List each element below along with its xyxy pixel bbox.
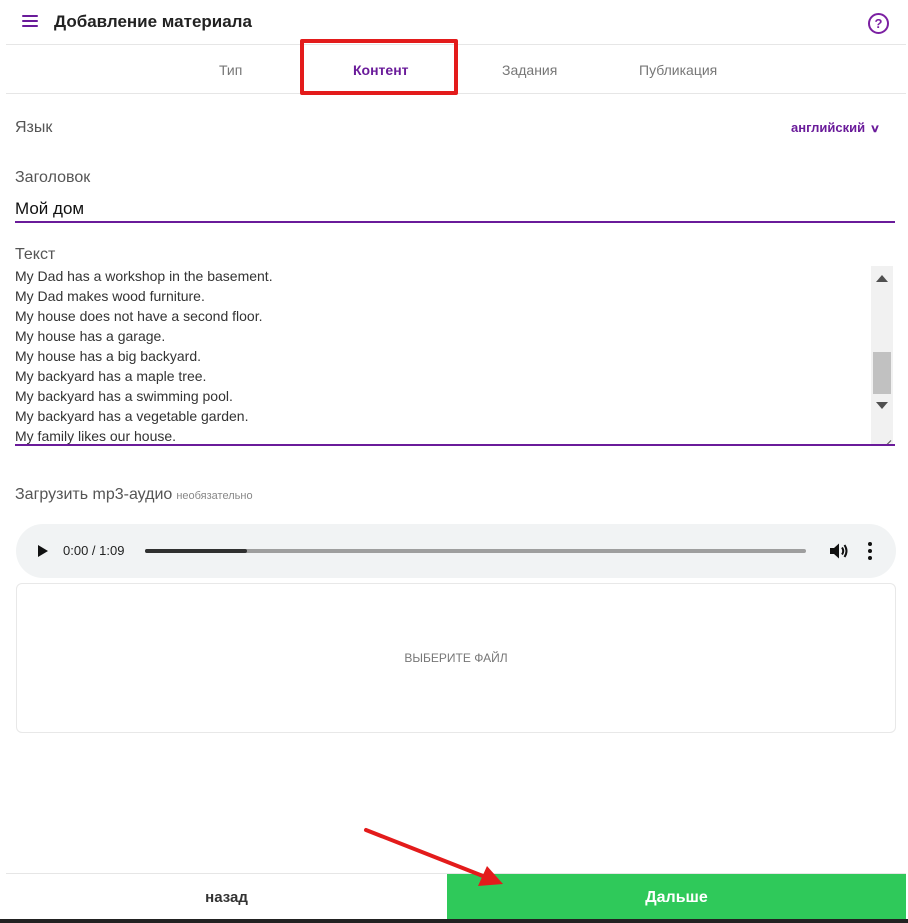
text-label: Текст xyxy=(15,246,56,263)
tab-highlight-box xyxy=(300,39,458,95)
title-input[interactable] xyxy=(15,193,895,223)
text-line: My backyard has a maple tree. xyxy=(15,368,207,384)
language-label: Язык xyxy=(15,119,53,136)
tab-tasks[interactable]: Задания xyxy=(502,62,557,78)
text-line: My house has a garage. xyxy=(15,328,166,344)
back-button[interactable]: назад xyxy=(6,874,447,921)
language-select[interactable]: английский ∨ xyxy=(791,120,881,135)
text-area[interactable]: My Dad has a workshop in the basement. M… xyxy=(15,266,895,446)
text-line: My house does not have a second floor. xyxy=(15,308,263,324)
page-title: Добавление материала xyxy=(54,12,252,31)
volume-icon[interactable] xyxy=(829,542,849,560)
scrollbar-thumb[interactable] xyxy=(873,352,891,394)
audio-player: 0:00 / 1:09 xyxy=(16,524,896,578)
text-line: My Dad makes wood furniture. xyxy=(15,288,205,304)
help-circle-icon[interactable]: ? xyxy=(868,13,889,34)
text-line: My Dad has a workshop in the basement. xyxy=(15,268,273,284)
text-area-scrollbar[interactable] xyxy=(871,266,893,444)
text-line: My backyard has a vegetable garden. xyxy=(15,408,249,424)
tab-type[interactable]: Тип xyxy=(219,62,242,78)
more-vertical-icon[interactable] xyxy=(868,542,872,560)
scroll-up-arrow-icon[interactable] xyxy=(876,275,888,282)
file-picker-label: ВЫБЕРИТЕ ФАЙЛ xyxy=(404,651,508,665)
text-line: My backyard has a swimming pool. xyxy=(15,388,233,404)
upload-audio-label-text: Загрузить mp3-аудио xyxy=(15,486,173,503)
tab-publication[interactable]: Публикация xyxy=(639,62,717,78)
language-value: английский xyxy=(791,120,866,135)
audio-progress-bar[interactable] xyxy=(145,549,806,553)
tab-bar: Тип Контент Задания Публикация xyxy=(6,39,906,95)
title-label: Заголовок xyxy=(15,169,91,186)
resize-grip-icon[interactable] xyxy=(879,430,891,442)
app-window: Добавление материала ? Тип Контент Задан… xyxy=(6,0,906,921)
play-icon[interactable] xyxy=(38,545,48,557)
chevron-down-icon: ∨ xyxy=(869,123,881,135)
screen-bottom-edge xyxy=(0,919,908,923)
text-line: My house has a big backyard. xyxy=(15,348,201,364)
file-picker[interactable]: ВЫБЕРИТЕ ФАЙЛ xyxy=(16,583,896,733)
optional-hint: необязательно xyxy=(176,490,253,502)
header-bar: Добавление материала ? xyxy=(6,0,906,44)
text-area-content: My Dad has a workshop in the basement. M… xyxy=(15,266,865,444)
footer-bar: назад Дальше xyxy=(6,873,906,921)
next-button[interactable]: Дальше xyxy=(447,874,906,921)
scroll-down-arrow-icon[interactable] xyxy=(876,402,888,409)
upload-audio-label: Загрузить mp3-аудио необязательно xyxy=(15,486,253,504)
audio-time: 0:00 / 1:09 xyxy=(63,543,125,558)
hamburger-menu-icon[interactable] xyxy=(22,15,38,27)
text-line: My family likes our house. xyxy=(15,428,177,444)
audio-progress-fill xyxy=(145,549,248,553)
